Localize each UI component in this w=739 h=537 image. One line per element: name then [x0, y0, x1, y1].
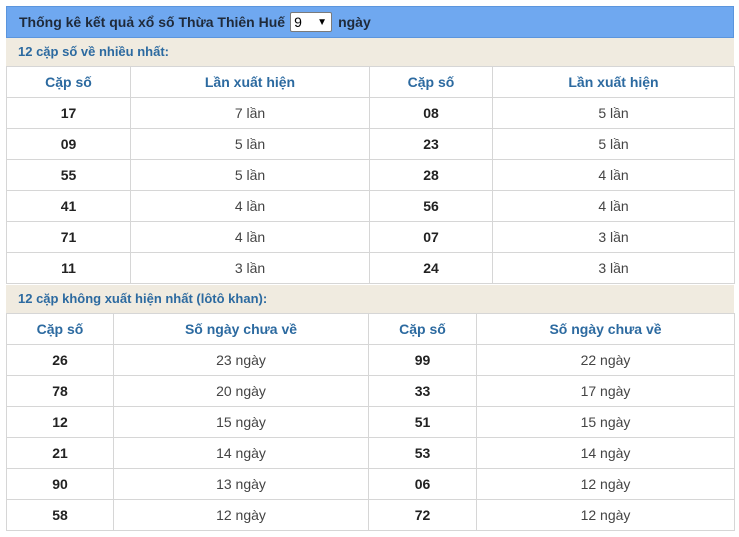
count-cell: 12 ngày: [113, 499, 369, 531]
pair-number-cell: 56: [369, 190, 493, 222]
count-cell: 12 ngày: [476, 468, 735, 500]
table-header-row: Cặp số Lần xuất hiện Cặp số Lần xuất hiệ…: [6, 66, 735, 98]
table-row: 41 4 lần 56 4 lần: [6, 190, 735, 222]
pair-number-cell: 78: [6, 375, 114, 407]
table-row: 12 15 ngày 51 15 ngày: [6, 406, 735, 438]
table-row: 71 4 lần 07 3 lần: [6, 221, 735, 253]
pair-number-cell: 09: [6, 128, 131, 160]
count-cell: 20 ngày: [113, 375, 369, 407]
pair-number-cell: 23: [369, 128, 493, 160]
count-cell: 4 lần: [130, 190, 370, 222]
count-cell: 22 ngày: [476, 344, 735, 376]
count-cell: 7 lần: [130, 97, 370, 129]
count-cell: 13 ngày: [113, 468, 369, 500]
count-cell: 3 lần: [492, 221, 735, 253]
column-header: Số ngày chưa về: [113, 313, 369, 345]
count-cell: 5 lần: [130, 128, 370, 160]
absent-title: 12 cặp không xuất hiện nhất (lôtô khan):: [18, 291, 268, 306]
pair-number-cell: 11: [6, 252, 131, 284]
count-cell: 4 lần: [492, 159, 735, 191]
count-cell: 5 lần: [492, 97, 735, 129]
count-cell: 14 ngày: [476, 437, 735, 469]
table-row: 09 5 lần 23 5 lần: [6, 128, 735, 160]
pair-number-cell: 58: [6, 499, 114, 531]
most-frequent-title: 12 cặp số về nhiều nhất:: [18, 44, 169, 59]
table-header-row: Cặp số Số ngày chưa về Cặp số Số ngày ch…: [6, 313, 735, 345]
pair-number-cell: 33: [368, 375, 477, 407]
pair-number-cell: 72: [368, 499, 477, 531]
chevron-down-icon: ▼: [317, 16, 328, 28]
table-row: 90 13 ngày 06 12 ngày: [6, 468, 735, 500]
count-cell: 15 ngày: [476, 406, 735, 438]
pair-number-cell: 26: [6, 344, 114, 376]
count-cell: 4 lần: [492, 190, 735, 222]
count-cell: 17 ngày: [476, 375, 735, 407]
table-row: 78 20 ngày 33 17 ngày: [6, 375, 735, 407]
pair-number-cell: 28: [369, 159, 493, 191]
pair-number-cell: 21: [6, 437, 114, 469]
column-header: Cặp số: [369, 66, 493, 98]
pair-number-cell: 17: [6, 97, 131, 129]
absent-table: Cặp số Số ngày chưa về Cặp số Số ngày ch…: [6, 313, 735, 531]
count-cell: 3 lần: [130, 252, 370, 284]
statistics-panel: Thống kê kết quả xổ số Thừa Thiên Huế 9 …: [0, 0, 739, 537]
panel-header: Thống kê kết quả xổ số Thừa Thiên Huế 9 …: [6, 6, 734, 38]
days-select[interactable]: 9 ▼: [290, 12, 333, 32]
count-cell: 3 lần: [492, 252, 735, 284]
table-row: 17 7 lần 08 5 lần: [6, 97, 735, 129]
pair-number-cell: 51: [368, 406, 477, 438]
absent-section: 12 cặp không xuất hiện nhất (lôtô khan):…: [6, 285, 735, 531]
column-header: Số ngày chưa về: [476, 313, 735, 345]
column-header: Lần xuất hiện: [492, 66, 735, 98]
panel-title: Thống kê kết quả xổ số Thừa Thiên Huế: [19, 14, 286, 30]
table-row: 11 3 lần 24 3 lần: [6, 252, 735, 284]
count-cell: 5 lần: [130, 159, 370, 191]
pair-number-cell: 55: [6, 159, 131, 191]
count-cell: 14 ngày: [113, 437, 369, 469]
table-row: 55 5 lần 28 4 lần: [6, 159, 735, 191]
most-frequent-section: 12 cặp số về nhiều nhất: Cặp số Lần xuất…: [6, 38, 735, 284]
pair-number-cell: 90: [6, 468, 114, 500]
pair-number-cell: 99: [368, 344, 477, 376]
column-header: Cặp số: [6, 66, 131, 98]
pair-number-cell: 06: [368, 468, 477, 500]
pair-number-cell: 24: [369, 252, 493, 284]
days-select-value: 9: [294, 14, 302, 30]
table-row: 26 23 ngày 99 22 ngày: [6, 344, 735, 376]
table-row: 58 12 ngày 72 12 ngày: [6, 499, 735, 531]
most-frequent-table: Cặp số Lần xuất hiện Cặp số Lần xuất hiệ…: [6, 66, 735, 284]
column-header: Cặp số: [368, 313, 477, 345]
count-cell: 4 lần: [130, 221, 370, 253]
count-cell: 12 ngày: [476, 499, 735, 531]
count-cell: 5 lần: [492, 128, 735, 160]
pair-number-cell: 53: [368, 437, 477, 469]
pair-number-cell: 71: [6, 221, 131, 253]
count-cell: 15 ngày: [113, 406, 369, 438]
column-header: Lần xuất hiện: [130, 66, 370, 98]
pair-number-cell: 08: [369, 97, 493, 129]
pair-number-cell: 12: [6, 406, 114, 438]
pair-number-cell: 41: [6, 190, 131, 222]
count-cell: 23 ngày: [113, 344, 369, 376]
column-header: Cặp số: [6, 313, 114, 345]
pair-number-cell: 07: [369, 221, 493, 253]
table-row: 21 14 ngày 53 14 ngày: [6, 437, 735, 469]
days-suffix: ngày: [338, 14, 371, 30]
